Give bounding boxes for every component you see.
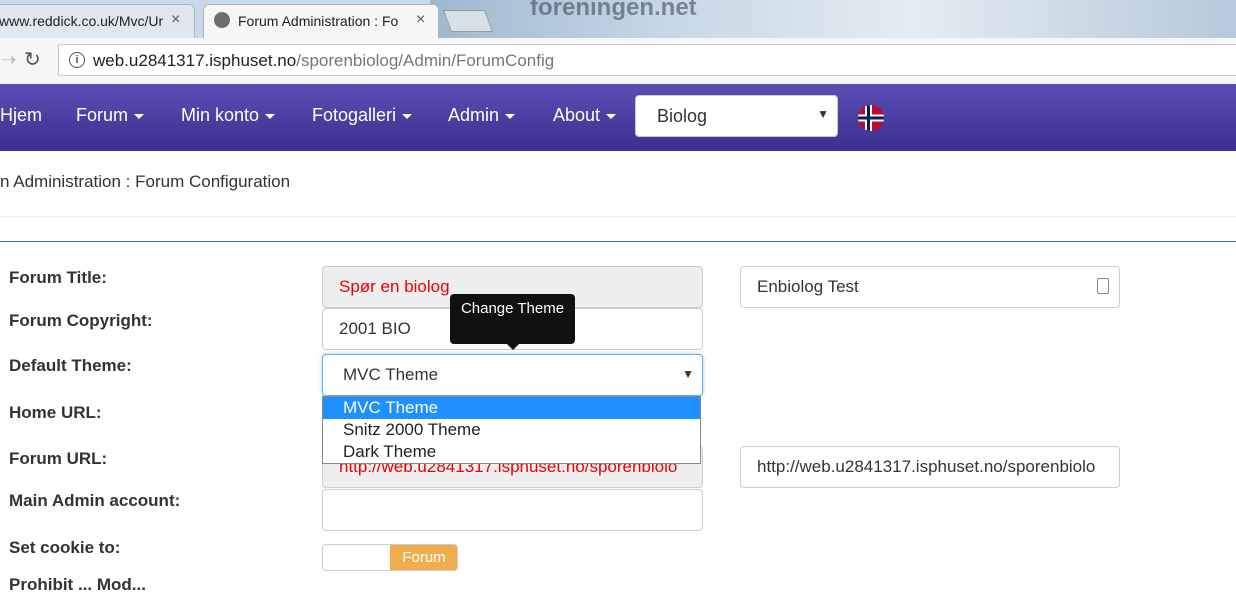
forum-url-label: Forum URL: bbox=[9, 449, 108, 468]
breadcrumb: n Administration : Forum Configuration bbox=[0, 172, 291, 191]
tab-title: www.reddick.co.uk/Mvc/Ur bbox=[0, 13, 164, 29]
theme-option-mvc[interactable]: MVC Theme bbox=[323, 397, 700, 419]
forum-title-value: Spør en biolog bbox=[339, 277, 450, 296]
reload-icon[interactable]: ↻ bbox=[24, 47, 41, 72]
main-admin-input[interactable] bbox=[322, 489, 703, 531]
caret-down-icon bbox=[606, 113, 617, 119]
prohibit-label: Prohibit ... Mod... bbox=[9, 575, 146, 594]
default-theme-select[interactable]: MVC Theme ▼ bbox=[322, 354, 703, 396]
site-favicon-icon bbox=[214, 12, 230, 28]
forum-title-label: Forum Title: bbox=[9, 268, 107, 287]
default-theme-label: Default Theme: bbox=[9, 356, 132, 375]
nav-item-fotogalleri[interactable]: Fotogalleri bbox=[312, 105, 413, 126]
nav-item-about[interactable]: About bbox=[553, 105, 617, 126]
forum-title-override-value: Enbiolog Test bbox=[757, 277, 859, 296]
forum-copyright-value: 2001 BIO bbox=[339, 319, 411, 338]
nav-item-hjem[interactable]: Hjem bbox=[0, 105, 42, 126]
site-navbar: Hjem Forum Min konto Fotogalleri Admin A… bbox=[0, 84, 1236, 151]
forum-copyright-label: Forum Copyright: bbox=[9, 311, 153, 330]
desktop-background-text: foreningen.net bbox=[530, 0, 697, 21]
chevron-down-icon: ▼ bbox=[682, 367, 694, 381]
nav-item-min-konto[interactable]: Min konto bbox=[181, 105, 276, 126]
tab-title: Forum Administration : Fo bbox=[238, 13, 399, 29]
divider bbox=[0, 241, 1236, 242]
cookie-toggle[interactable]: Forum bbox=[322, 544, 458, 571]
browser-tab-forum-admin[interactable]: Forum Administration : Fo × bbox=[203, 4, 439, 38]
change-theme-tooltip: Change Theme bbox=[450, 294, 575, 344]
nav-item-admin[interactable]: Admin bbox=[448, 105, 516, 126]
info-icon[interactable]: i bbox=[69, 52, 85, 68]
url-path: /sporenbiolog/Admin/ForumConfig bbox=[296, 51, 555, 70]
home-url-label: Home URL: bbox=[9, 403, 102, 422]
new-tab-button[interactable] bbox=[442, 10, 494, 32]
caret-down-icon bbox=[265, 113, 276, 119]
nav-label: Admin bbox=[448, 105, 500, 125]
theme-option-dark[interactable]: Dark Theme bbox=[323, 441, 700, 463]
theme-group-select[interactable]: Biolog ▼ bbox=[635, 95, 838, 137]
cookie-toggle-forum: Forum bbox=[390, 545, 457, 570]
caret-down-icon bbox=[505, 113, 516, 119]
theme-dropdown-list: MVC Theme Snitz 2000 Theme Dark Theme bbox=[322, 396, 701, 464]
back-arrow-icon[interactable]: ➝ bbox=[0, 47, 17, 72]
caret-down-icon bbox=[134, 113, 145, 119]
url-host: web.u2841317.isphuset.no bbox=[93, 51, 297, 70]
caret-down-icon bbox=[402, 113, 413, 119]
nav-item-forum[interactable]: Forum bbox=[76, 105, 145, 126]
select-value: Biolog bbox=[657, 106, 708, 126]
contact-card-icon bbox=[1097, 278, 1109, 294]
theme-select-value: MVC Theme bbox=[343, 365, 439, 384]
address-bar[interactable]: i web.u2841317.isphuset.no/sporenbiolog/… bbox=[58, 44, 1236, 76]
set-cookie-label: Set cookie to: bbox=[9, 538, 121, 557]
forum-url-override-value: http://web.u2841317.isphuset.no/sporenbi… bbox=[757, 457, 1096, 476]
forum-title-override-input[interactable]: Enbiolog Test bbox=[740, 266, 1120, 308]
divider bbox=[0, 216, 1236, 217]
norway-flag-icon[interactable] bbox=[858, 105, 884, 131]
browser-tab-reddick[interactable]: www.reddick.co.uk/Mvc/Ur × bbox=[0, 4, 195, 38]
theme-option-snitz[interactable]: Snitz 2000 Theme bbox=[323, 419, 700, 441]
browser-tab-strip: foreningen.net www.reddick.co.uk/Mvc/Ur … bbox=[0, 0, 1236, 38]
tab-close-icon[interactable]: × bbox=[416, 11, 425, 29]
tab-close-icon[interactable]: × bbox=[171, 11, 180, 29]
tooltip-arrow bbox=[506, 343, 520, 350]
nav-label: Min konto bbox=[181, 105, 260, 125]
url-text: web.u2841317.isphuset.no/sporenbiolog/Ad… bbox=[93, 51, 554, 71]
main-admin-label: Main Admin account: bbox=[9, 491, 181, 510]
browser-toolbar: ➝ ↻ i web.u2841317.isphuset.no/sporenbio… bbox=[0, 38, 1236, 85]
forum-url-override-input[interactable]: http://web.u2841317.isphuset.no/sporenbi… bbox=[740, 446, 1120, 488]
nav-label: About bbox=[553, 105, 601, 125]
chevron-down-icon: ▼ bbox=[817, 107, 829, 121]
nav-label: Fotogalleri bbox=[312, 105, 397, 125]
nav-label: Forum bbox=[76, 105, 129, 125]
nav-label: Hjem bbox=[0, 105, 43, 125]
